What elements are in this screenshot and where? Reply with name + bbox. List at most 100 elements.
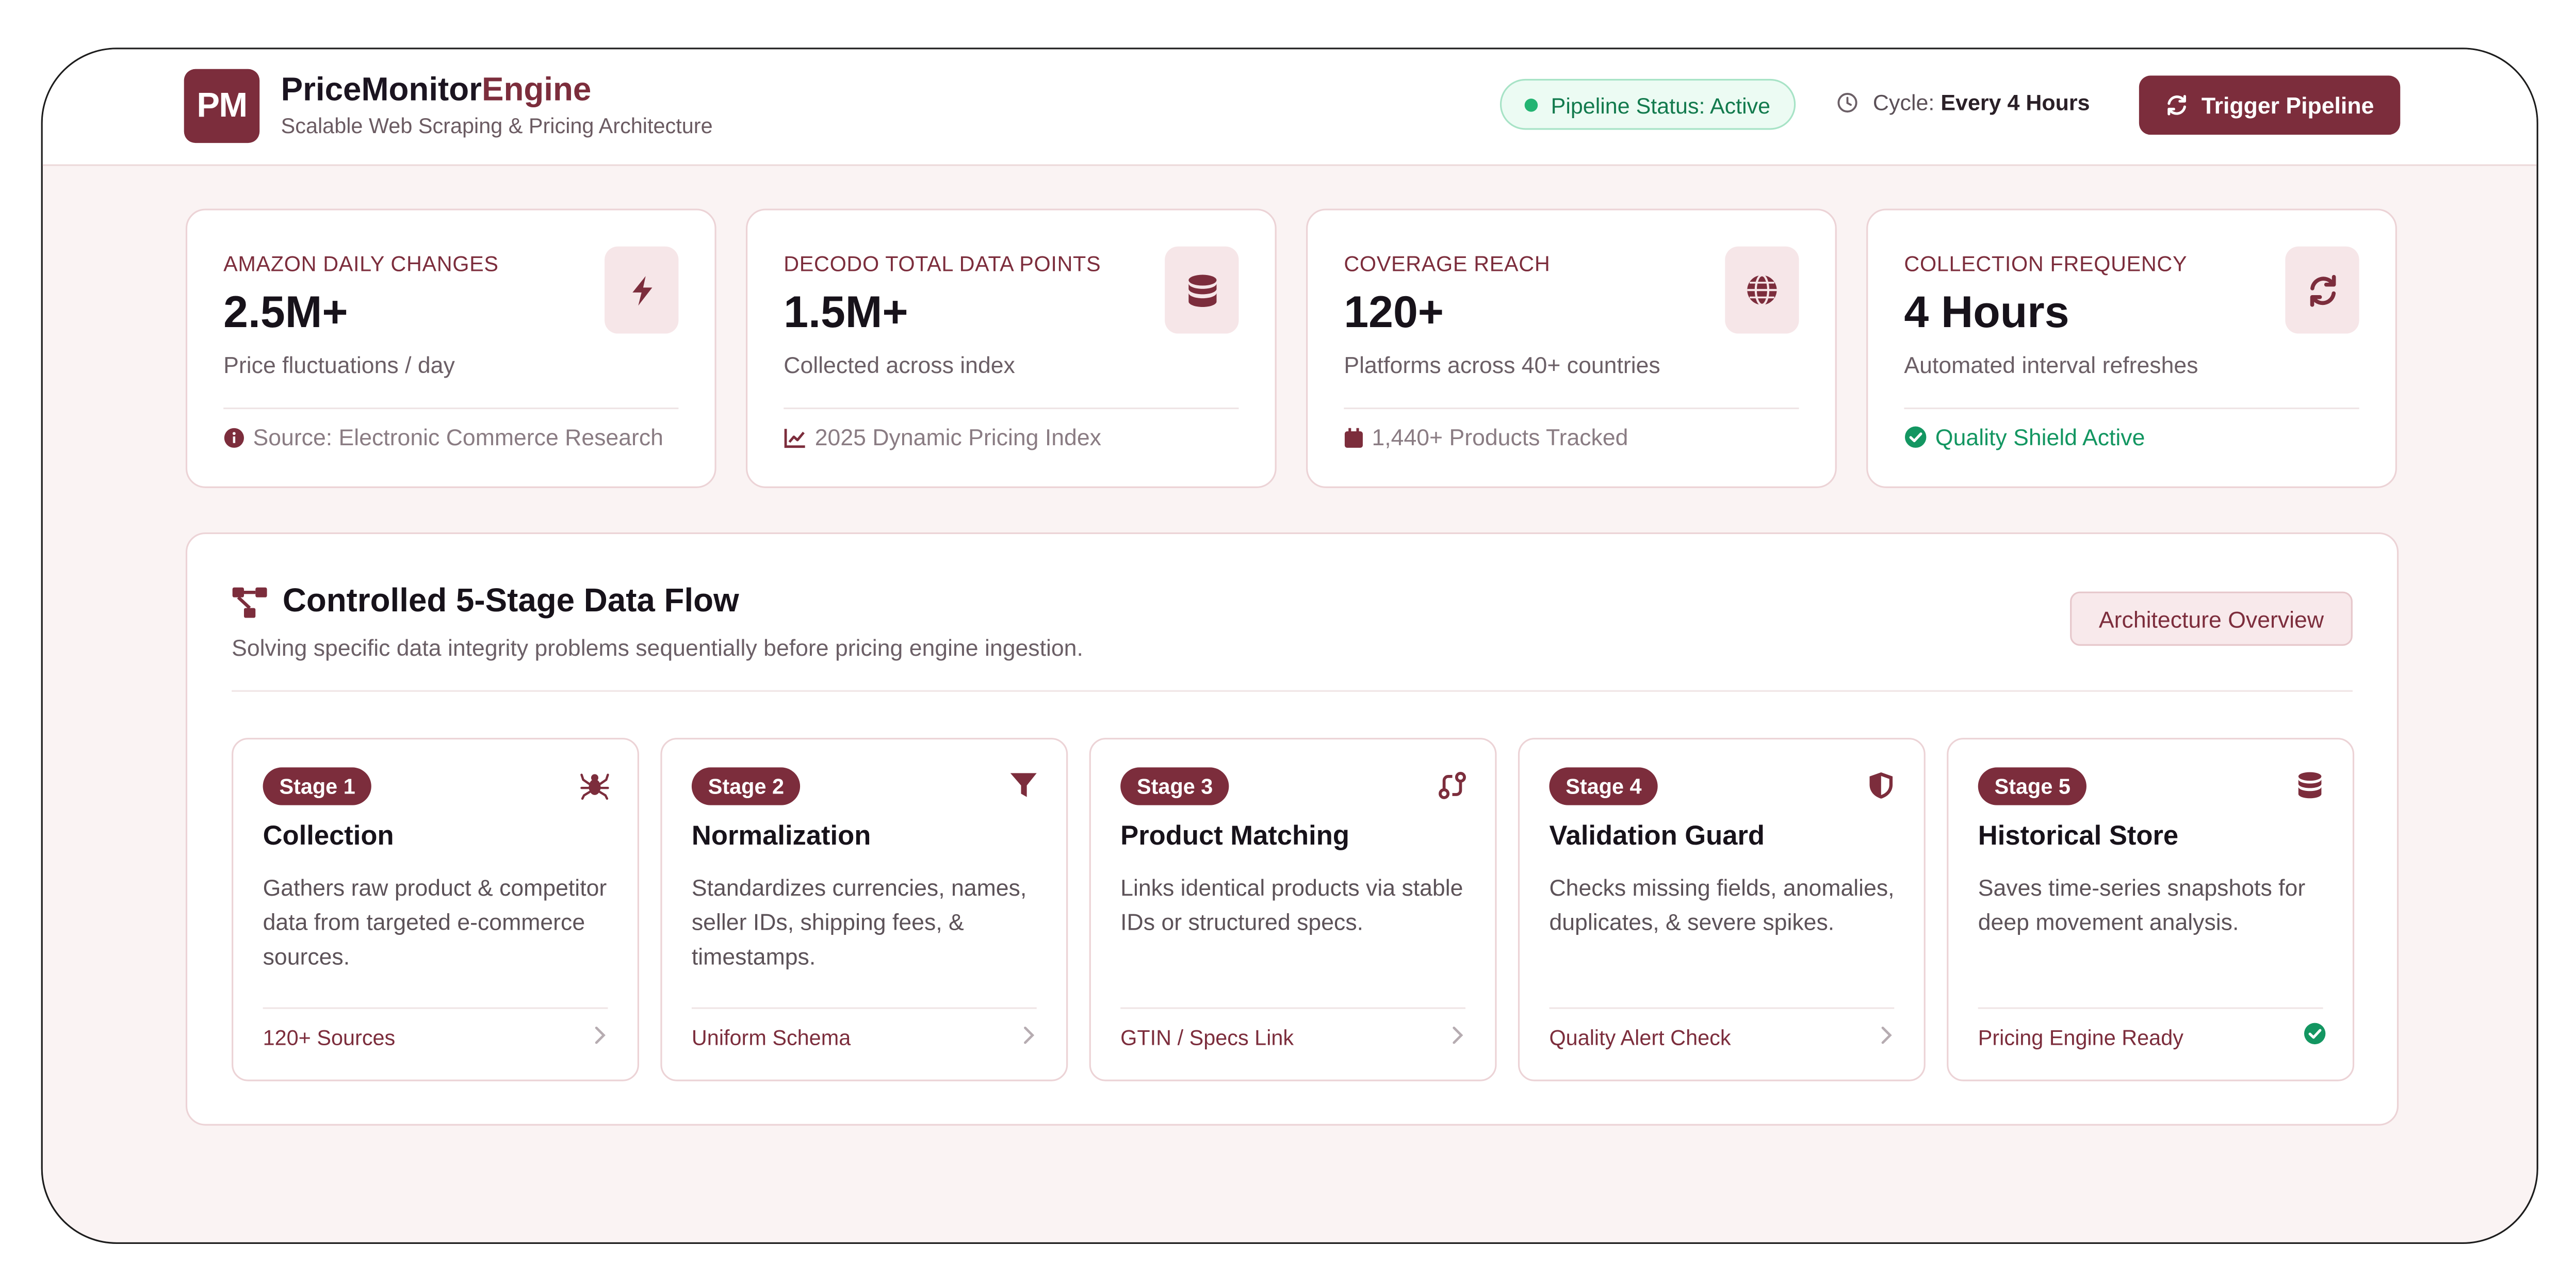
stat-label: DECODO TOTAL DATA POINTS [784, 251, 1101, 277]
info-icon [224, 427, 244, 447]
stage-card-normalization[interactable]: Stage 2 Normalization Standardizes curre… [660, 738, 1068, 1081]
stat-footer-text: 1,440+ Products Tracked [1372, 424, 1628, 450]
brand-logo: PM [184, 69, 260, 143]
stat-value: 1.5M+ [784, 287, 908, 337]
stat-card-collection-frequency: COLLECTION FREQUENCY 4 Hours Automated i… [1866, 208, 2397, 488]
stat-label: COVERAGE REACH [1344, 251, 1551, 277]
stat-value: 4 Hours [1904, 287, 2069, 337]
clock-icon [1837, 92, 1857, 113]
stage-badge: Stage 3 [1120, 767, 1230, 805]
divider [263, 1007, 608, 1009]
bolt-icon [631, 275, 651, 305]
data-flow-subtitle: Solving specific data integrity problems… [232, 634, 1083, 661]
brand-tagline: Scalable Web Scraping & Pricing Architec… [281, 113, 713, 138]
route-icon [1439, 771, 1466, 799]
stage-description: Saves time-series snapshots for deep mov… [1978, 874, 2306, 935]
divider [232, 690, 2353, 692]
stage-badge: Stage 5 [1978, 767, 2087, 805]
stat-subtext: Automated interval refreshes [1904, 351, 2198, 378]
architecture-overview-button[interactable]: Architecture Overview [2070, 591, 2353, 646]
stage-tag: Quality Alert Check [1549, 1025, 1731, 1050]
chevron-right-icon [595, 1026, 606, 1044]
stat-footer: Source: Electronic Commerce Research [223, 424, 663, 450]
pipeline-status-text: Pipeline Status: Active [1551, 93, 1771, 119]
spider-icon [580, 773, 609, 800]
cycle-value: Every 4 Hours [1941, 90, 2090, 115]
app-window: PM PriceMonitorEngine Scalable Web Scrap… [41, 47, 2538, 1244]
stage-title: Validation Guard [1549, 821, 1765, 851]
stage-title: Normalization [691, 821, 871, 851]
stat-icon-box [1725, 246, 1799, 334]
sitemap-icon [232, 587, 267, 618]
trigger-pipeline-label: Trigger Pipeline [2201, 92, 2374, 119]
stage-badge: Stage 4 [1549, 767, 1658, 805]
stat-card-coverage-reach: COVERAGE REACH 120+ Platforms across 40+… [1306, 208, 1837, 488]
brand-name: PriceMonitorEngine [281, 72, 592, 110]
filter-icon [1010, 773, 1037, 797]
divider [1344, 407, 1799, 410]
trigger-pipeline-button[interactable]: Trigger Pipeline [2139, 75, 2401, 135]
check-circle-icon [1905, 426, 1927, 448]
stat-footer-text: Quality Shield Active [1935, 424, 2145, 450]
stat-subtext: Platforms across 40+ countries [1344, 351, 1660, 378]
divider [223, 407, 679, 410]
shield-icon [1869, 772, 1893, 799]
stat-value: 2.5M+ [223, 287, 348, 337]
divider [1120, 1007, 1466, 1009]
status-dot-icon [1524, 99, 1538, 112]
top-header: PM PriceMonitorEngine Scalable Web Scrap… [42, 49, 2537, 166]
stage-card-collection[interactable]: Stage 1 Collection Gathers raw product &… [232, 738, 639, 1081]
stage-title: Product Matching [1120, 821, 1349, 851]
stat-value: 120+ [1344, 287, 1444, 337]
divider [1904, 407, 2359, 410]
divider [1978, 1007, 2323, 1009]
brand-accent: Engine [482, 72, 592, 109]
stat-footer-text: Source: Electronic Commerce Research [253, 424, 663, 450]
stage-tag: Pricing Engine Ready [1978, 1025, 2183, 1050]
stage-tag: GTIN / Specs Link [1120, 1025, 1294, 1050]
stat-icon-box [1165, 246, 1239, 334]
globe-icon [1747, 274, 1777, 306]
database-icon [2298, 772, 2322, 799]
stat-footer: 2025 Dynamic Pricing Index [784, 424, 1101, 450]
chevron-right-icon [1881, 1026, 1892, 1044]
divider [691, 1007, 1037, 1009]
calendar-icon [1344, 427, 1363, 447]
chart-line-icon [784, 428, 805, 447]
stage-card-product-matching[interactable]: Stage 3 Product Matching Links identical… [1089, 738, 1497, 1081]
stat-subtext: Collected across index [784, 351, 1015, 378]
chevron-right-icon [1024, 1026, 1035, 1044]
stage-badge: Stage 2 [691, 767, 801, 805]
refresh-icon [2309, 274, 2335, 306]
stage-tag: Uniform Schema [691, 1025, 851, 1050]
stage-description: Gathers raw product & competitor data fr… [263, 874, 607, 970]
database-icon [1187, 273, 1216, 306]
pipeline-status-badge: Pipeline Status: Active [1499, 78, 1795, 130]
stage-title: Collection [263, 821, 394, 851]
chevron-right-icon [1453, 1026, 1463, 1044]
divider [784, 407, 1239, 410]
stage-description: Links identical products via stable IDs … [1120, 874, 1463, 935]
stage-card-historical-store[interactable]: Stage 5 Historical Store Saves time-seri… [1947, 738, 2355, 1081]
data-flow-panel: Controlled 5-Stage Data Flow Solving spe… [185, 532, 2399, 1126]
stat-footer: Quality Shield Active [1904, 424, 2145, 450]
stage-card-validation-guard[interactable]: Stage 4 Validation Guard Checks missing … [1518, 738, 1926, 1081]
stat-subtext: Price fluctuations / day [223, 351, 455, 378]
stat-card-amazon-changes: AMAZON DAILY CHANGES 2.5M+ Price fluctua… [185, 208, 716, 488]
stat-card-decodo-data-points: DECODO TOTAL DATA POINTS 1.5M+ Collected… [745, 208, 1277, 488]
stat-icon-box [605, 246, 679, 334]
stat-footer: 1,440+ Products Tracked [1344, 424, 1628, 450]
stage-description: Checks missing fields, anomalies, duplic… [1549, 874, 1895, 935]
stage-title: Historical Store [1978, 821, 2179, 851]
cycle-info: Cycle: Every 4 Hours [1873, 90, 2090, 115]
data-flow-title: Controlled 5-Stage Data Flow [282, 583, 739, 620]
check-circle-icon [2304, 1023, 2326, 1045]
stat-label: COLLECTION FREQUENCY [1904, 251, 2188, 277]
stage-badge: Stage 1 [263, 767, 372, 805]
stage-description: Standardizes currencies, names, seller I… [691, 874, 1027, 970]
cycle-label: Cycle: [1872, 90, 1935, 115]
divider [1549, 1007, 1895, 1009]
brand-primary: PriceMonitor [281, 72, 482, 109]
sync-icon [2167, 95, 2186, 116]
stat-label: AMAZON DAILY CHANGES [223, 251, 499, 277]
